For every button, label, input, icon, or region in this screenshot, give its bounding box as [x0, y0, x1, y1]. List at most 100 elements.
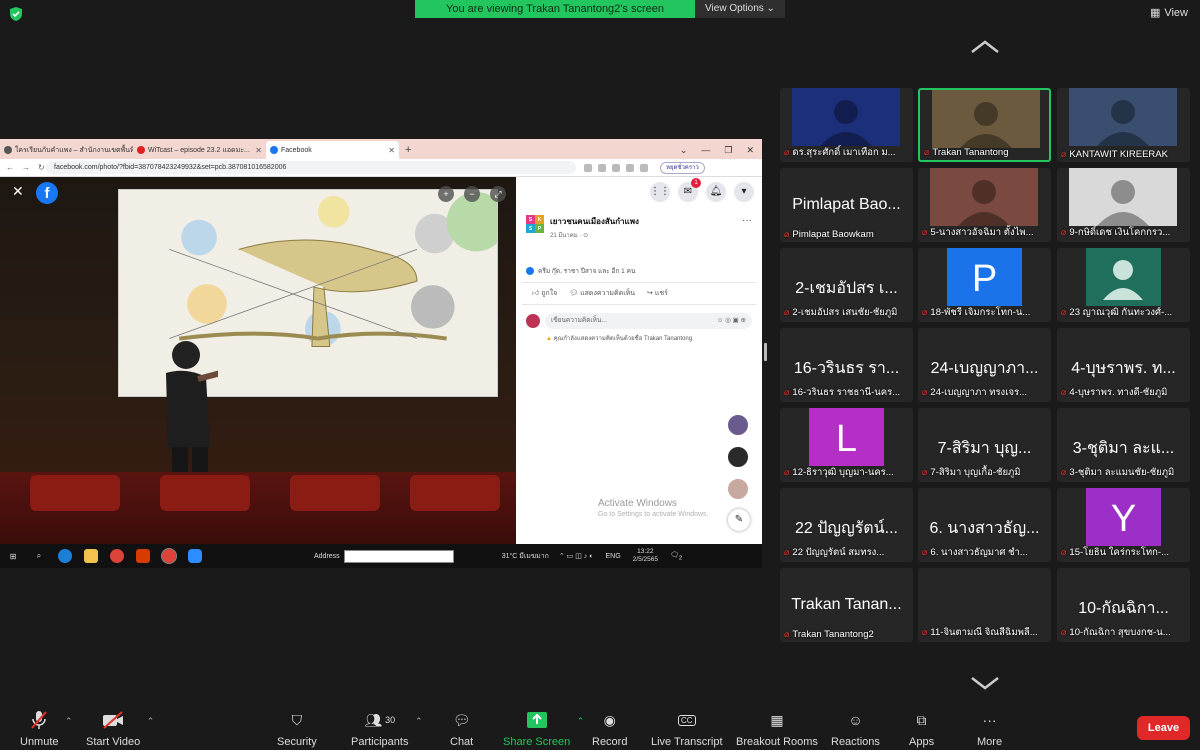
participant-tile[interactable]: Trakan Tanan... ⌀ Trakan Tanantong2 [780, 568, 913, 642]
more-options-icon[interactable]: ··· [742, 215, 752, 226]
browser-tab-active[interactable]: Facebook ✕ [266, 141, 399, 159]
security-button[interactable]: ⛉ Security [277, 710, 317, 749]
close-tab-icon[interactable]: ✕ [388, 146, 395, 155]
participant-tile[interactable]: ⌀ KANTAWIT KIREERAK [1057, 88, 1190, 162]
share-screen-button[interactable]: Share Screen ⌃ [503, 710, 584, 748]
chrome-active-icon[interactable] [161, 548, 177, 564]
participant-tile[interactable]: P ⌀ 18-พัชรี เจิมกระโทก-น... [918, 248, 1051, 322]
view-options-button[interactable]: View Options ⌄ [695, 0, 785, 18]
shared-screen[interactable]: ใครเรียนกับคำแพง – สำนักงานเขตพื้นที่...… [0, 139, 762, 568]
close-photo-icon[interactable]: ✕ [12, 183, 24, 200]
gallery-up-arrow-icon[interactable] [970, 40, 1000, 54]
reload-icon[interactable]: ↻ [38, 163, 45, 172]
puzzle-icon[interactable] [626, 163, 634, 172]
address-bar[interactable]: facebook.com/photo/?fbid=387078423249932… [46, 161, 576, 174]
input-language[interactable]: ENG [605, 553, 620, 560]
page-name[interactable]: เยาวชนคนเมืองสันกำแพง [550, 215, 639, 228]
chevron-up-icon[interactable]: ⌃ [65, 716, 73, 727]
share-resize-handle[interactable] [764, 343, 767, 361]
gallery-down-arrow-icon[interactable] [970, 676, 1000, 690]
zoom-out-icon[interactable]: − [464, 186, 480, 202]
post-date[interactable]: 21 มีนาคม · ⊙ [550, 230, 639, 240]
zoom-in-icon[interactable]: + [438, 186, 454, 202]
participant-tile[interactable]: ⌀ 5-นางสาวอัจฉิมา ตั้งไพ... [918, 168, 1051, 242]
extension-icon[interactable] [598, 163, 606, 172]
contact-avatar[interactable] [726, 477, 750, 501]
file-explorer-icon[interactable] [84, 549, 98, 563]
participant-tile[interactable]: L ⌀ 12-ธิราวุฒิ บุญมา-นคร... [780, 408, 913, 482]
leave-button[interactable]: Leave [1137, 716, 1190, 740]
windows-start-icon[interactable]: ⊞ [6, 549, 20, 563]
close-window-icon[interactable]: ✕ [746, 145, 754, 156]
chevron-down-icon[interactable]: ⌄ [680, 145, 688, 156]
participant-tile[interactable]: 22 ปัญญรัตน์... ⌀ 22 ปัญญรัตน์ สมทรง... [780, 488, 913, 562]
new-message-icon[interactable]: ✎ [728, 509, 750, 531]
forward-icon[interactable]: → [22, 163, 30, 172]
reactions-summary[interactable]: ครีม กุ๊ด, ราชา ปีสาจ และ อีก 1 คน [516, 240, 762, 282]
taskbar-clock[interactable]: 13:22 2/5/2565 [633, 548, 658, 564]
live-transcript-button[interactable]: CC Live Transcript [651, 710, 723, 748]
facebook-logo-icon[interactable]: f [36, 182, 58, 204]
unmute-button[interactable]: Unmute ⌃ [20, 710, 73, 748]
taskbar-address-input[interactable] [343, 549, 454, 563]
participant-tile[interactable]: 24-เบญญาภา... ⌀ 24-เบญญาภา ทรงเจร... [918, 328, 1051, 402]
menu-grid-icon[interactable]: ⋮⋮ [650, 182, 670, 202]
like-button[interactable]: 👍︎ ถูกใจ [532, 288, 557, 299]
participant-tile[interactable]: ⌀ 23 ญาณวุฒิ กันทะวงศ์-... [1057, 248, 1190, 322]
chevron-up-icon[interactable]: ⌃ [577, 716, 585, 727]
participant-tile[interactable]: ⌀ 9-กษิดิ์เดช เงินโคกกรว... [1057, 168, 1190, 242]
participant-tile[interactable]: Y ⌀ 15-โยธิน ใคร่กระโทก-... [1057, 488, 1190, 562]
view-button[interactable]: ▦ View [1150, 6, 1188, 20]
office-icon[interactable] [136, 549, 150, 563]
participant-tile[interactable]: Pimlapat Bao... ⌀ Pimlapat Baowkam [780, 168, 913, 242]
participant-tile[interactable]: 16-วรินธร รา... ⌀ 16-วรินธร ราชธานี-นคร... [780, 328, 913, 402]
minimize-icon[interactable]: — [701, 145, 710, 155]
participants-button[interactable]: 👥︎ 30 Participants ⌃ [351, 710, 422, 749]
extension-icon[interactable] [584, 163, 592, 172]
edge-icon[interactable] [58, 549, 72, 563]
system-tray-icons[interactable]: ⌃ ▭ ◫ ♪ ◐ [559, 552, 594, 560]
participant-tile[interactable]: ⌀ 11-จินตามณี จิณสีฉิมพลี... [918, 568, 1051, 642]
maximize-icon[interactable]: ❐ [724, 145, 732, 156]
back-icon[interactable]: ← [6, 163, 14, 172]
comment-button[interactable]: 💬︎ แสดงความคิดเห็น [569, 288, 635, 299]
participant-tile[interactable]: ⌀ ดร.สุระศักดิ์ เมาเทือก ม... [780, 88, 913, 162]
search-icon[interactable]: ⌕ [32, 549, 46, 563]
breakout-rooms-button[interactable]: ▦ Breakout Rooms [736, 710, 818, 749]
new-tab-icon[interactable]: + [399, 141, 417, 159]
comment-input[interactable]: เขียนความคิดเห็น... ☺ ◎ ▣ ⊕ [545, 313, 752, 329]
page-avatar[interactable]: S K S P [526, 215, 544, 233]
contact-avatar[interactable] [726, 413, 750, 437]
chat-button[interactable]: 💬︎ Chat [450, 710, 473, 749]
record-button[interactable]: ◉ Record [592, 710, 627, 749]
share-button[interactable]: ↪ แชร์ [647, 288, 668, 299]
browser-tab[interactable]: WiTcast – episode 23.2 แอดมะ... ✕ [133, 141, 266, 159]
close-tab-icon[interactable]: ✕ [255, 146, 262, 155]
encryption-shield-icon[interactable] [8, 6, 24, 22]
participant-tile[interactable]: ⌀ Trakan Tanantong [918, 88, 1051, 162]
browser-tab[interactable]: ใครเรียนกับคำแพง – สำนักงานเขตพื้นที่...… [0, 141, 133, 159]
chrome-icon[interactable] [110, 549, 124, 563]
comment-tool-icons[interactable]: ☺ ◎ ▣ ⊕ [717, 313, 746, 329]
notification-center-icon[interactable]: 🗨︎2 [670, 551, 682, 561]
participant-tile[interactable]: 2-เชมอัปสร เ... ⌀ 2-เชมอัปสร เสนชัย-ชัยภูม… [780, 248, 913, 322]
participant-tile[interactable]: 4-บุษราพร. ท... ⌀ 4-บุษราพร. ทางดี-ชัยภูมิ [1057, 328, 1190, 402]
more-button[interactable]: ··· More [977, 710, 1002, 748]
apps-button[interactable]: ⧉ Apps [909, 710, 934, 749]
profile-chip[interactable]: หยุดชั่วคราว [660, 161, 705, 174]
account-chevron-icon[interactable]: ▾ [734, 182, 754, 202]
zoom-app-icon[interactable] [188, 549, 202, 563]
messenger-icon[interactable]: ✉ 1 [678, 178, 701, 202]
participant-tile[interactable]: 10-กัณฉิกา... ⌀ 10-กัณฉิกา สุขบงกช-น... [1057, 568, 1190, 642]
fullscreen-icon[interactable]: ⤢ [490, 186, 506, 202]
participant-tile[interactable]: 6. นางสาวธัญ... ⌀ 6. นางสาวธัญมาศ ชำ... [918, 488, 1051, 562]
start-video-button[interactable]: Start Video ⌃ [86, 710, 154, 748]
reactions-button[interactable]: ☺ Reactions [831, 710, 880, 748]
bookmark-icon[interactable] [640, 163, 648, 172]
contact-avatar[interactable] [726, 445, 750, 469]
participant-tile[interactable]: 3-ชุติมา ละแ... ⌀ 3-ชุติมา ละแมนชัย-ชัยภูม… [1057, 408, 1190, 482]
participant-tile[interactable]: 7-สิริมา บุญ... ⌀ 7-สิริมา บุญเกื้อ-ชัยภูม… [918, 408, 1051, 482]
chevron-up-icon[interactable]: ⌃ [415, 716, 423, 727]
extension-icon[interactable] [612, 163, 620, 172]
weather-widget[interactable]: 31°C มีเมฆมาก [502, 551, 549, 562]
